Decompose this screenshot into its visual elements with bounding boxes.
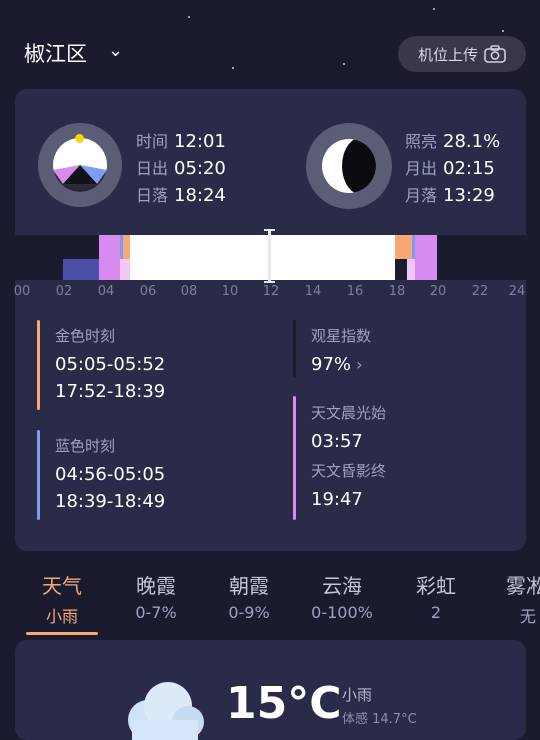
tick-label: 08 [180, 284, 198, 299]
illumination-value: 28.1% [443, 131, 501, 152]
tab-cloud-sea[interactable]: 云海 0-100% [294, 570, 390, 622]
current-time-cursor[interactable] [268, 229, 271, 283]
tab-label: 云海 [322, 574, 362, 598]
sun-indicator [75, 134, 84, 143]
tick-label: 00 [13, 284, 31, 299]
tick-label: 10 [221, 284, 239, 299]
tick-label: 02 [55, 284, 73, 299]
golden-hour-pm-segment [395, 235, 412, 259]
tab-rime[interactable]: 雾凇 无 [506, 570, 540, 627]
tab-sunset-glow[interactable]: 晚霞 0-7% [116, 570, 196, 622]
tick-label: 24 [508, 284, 526, 299]
tick-label: 20 [429, 284, 447, 299]
tab-value: 无 [520, 607, 537, 626]
time-value: 12:01 [174, 131, 226, 152]
stargazing-block[interactable]: 观星指数 97% › [311, 325, 371, 375]
blue-hour-evening: 18:39-18:49 [55, 491, 166, 512]
time-label: 时间 [136, 132, 169, 151]
cursor-cap-top [264, 229, 275, 231]
moonrise-value: 02:15 [443, 158, 495, 179]
upload-spot-label: 机位上传 [417, 45, 478, 64]
astro-dusk-title: 天文昏影终 [311, 462, 387, 480]
golden-hour-evening: 17:52-18:39 [55, 381, 166, 402]
tab-value: 2 [430, 603, 442, 622]
blue-hour-bar [37, 430, 40, 520]
moonset-value: 13:29 [443, 185, 495, 206]
stargazing-bar [293, 320, 296, 378]
tab-sunrise-glow[interactable]: 朝霞 0-9% [209, 570, 289, 622]
tick-label: 18 [388, 284, 406, 299]
astro-dusk-segment [415, 235, 437, 280]
astro-twilight-block: 天文晨光始 03:57 天文昏影终 19:47 [311, 402, 386, 510]
tick-label: 12 [262, 284, 280, 299]
sunset-label: 日落 [136, 186, 169, 205]
tab-rainbow[interactable]: 彩虹 2 [396, 570, 476, 622]
tab-label: 朝霞 [229, 574, 269, 598]
tick-label: 16 [346, 284, 364, 299]
sunset-value: 18:24 [174, 185, 226, 206]
sunrise-label: 日出 [136, 159, 169, 178]
tab-label: 雾凇 [506, 574, 540, 598]
timeline-ticks: 00 02 04 06 08 10 12 14 16 18 20 22 24 [0, 284, 540, 300]
sunrise-value: 05:20 [174, 158, 226, 179]
cursor-cap-bottom [264, 281, 275, 283]
golden-hour-block: 金色时刻 05:05-05:52 17:52-18:39 [55, 325, 165, 402]
tab-label: 天气 [42, 574, 82, 598]
astro-dawn-segment [99, 235, 120, 280]
sun-info: 时间 12:01 日出 05:20 日落 18:24 [136, 128, 226, 209]
astro-dawn-title: 天文晨光始 [311, 404, 387, 422]
tab-value: 小雨 [45, 607, 78, 626]
day-timeline[interactable] [15, 229, 526, 283]
tab-label: 晚霞 [136, 574, 176, 598]
moon-visible-segment [63, 259, 99, 280]
tab-value: 0-9% [228, 603, 270, 622]
golden-hour-title: 金色时刻 [55, 327, 116, 345]
tick-label: 04 [97, 284, 115, 299]
astro-dusk-value: 19:47 [311, 489, 363, 510]
camera-icon [484, 45, 506, 63]
tick-label: 22 [471, 284, 489, 299]
chevron-down-icon[interactable]: ⌄ [108, 40, 123, 61]
temperature: 15°C [226, 678, 342, 729]
moon-phase-dial [306, 123, 392, 209]
tab-value: 0-7% [135, 603, 177, 622]
daylight-segment [130, 235, 395, 280]
cloud-icon [128, 682, 204, 740]
dawn-twilight-segment [120, 259, 130, 280]
blue-hour-block: 蓝色时刻 04:56-05:05 18:39-18:49 [55, 435, 165, 512]
tab-label: 彩虹 [416, 574, 456, 598]
astro-twilight-bar [293, 396, 296, 520]
golden-hour-morning: 05:05-05:52 [55, 354, 166, 375]
moonrise-label: 月出 [405, 159, 438, 178]
stargazing-title: 观星指数 [311, 327, 372, 345]
tab-active-indicator [26, 632, 98, 635]
illumination-label: 照亮 [405, 132, 438, 151]
upload-spot-button[interactable]: 机位上传 [398, 36, 526, 72]
weather-condition: 小雨 [342, 686, 373, 704]
tick-label: 06 [139, 284, 157, 299]
golden-hour-bar [37, 320, 40, 410]
moonset-label: 月落 [405, 186, 438, 205]
chevron-right-icon[interactable]: › [356, 355, 362, 374]
location-title[interactable]: 椒江区 [24, 38, 87, 68]
tab-weather[interactable]: 天气 小雨 [22, 570, 102, 627]
tab-value: 0-100% [311, 603, 373, 622]
stargazing-value: 97% [311, 354, 352, 375]
tick-label: 14 [304, 284, 322, 299]
astro-dawn-value: 03:57 [311, 431, 363, 452]
blue-hour-title: 蓝色时刻 [55, 437, 116, 455]
sun-dial-graphic [53, 165, 107, 192]
moon-info: 照亮 28.1% 月出 02:15 月落 13:29 [405, 128, 500, 209]
blue-hour-morning: 04:56-05:05 [55, 464, 166, 485]
feels-like: 体感 14.7°C [342, 712, 417, 727]
